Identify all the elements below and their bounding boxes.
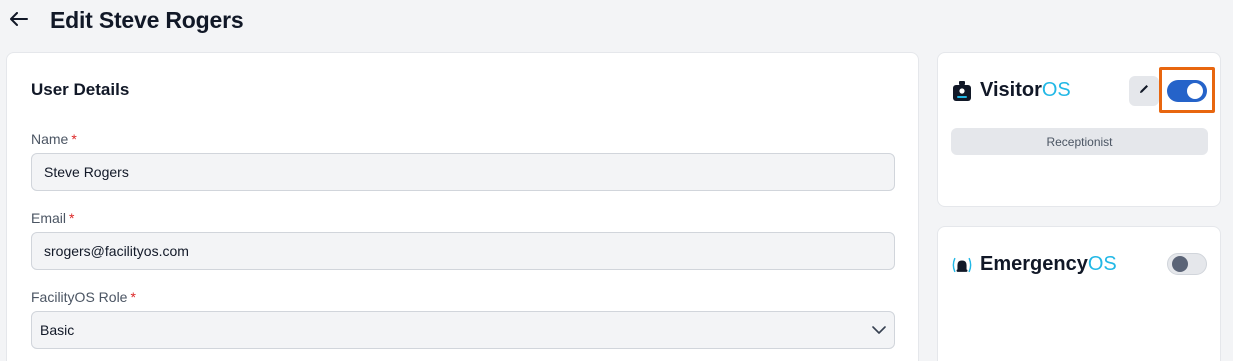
- emergencyos-toggle[interactable]: [1167, 253, 1207, 275]
- app-name: VisitorOS: [980, 79, 1071, 102]
- arrow-left-icon: [10, 11, 28, 31]
- required-mark: *: [130, 289, 136, 305]
- toggle-knob: [1172, 256, 1188, 272]
- visitoros-card: VisitorOS Receptionist: [937, 52, 1221, 207]
- alarm-icon: [952, 255, 972, 275]
- app-name-main: Emergency: [980, 253, 1088, 275]
- required-mark: *: [69, 210, 75, 226]
- role-select[interactable]: Basic: [31, 311, 895, 349]
- back-button[interactable]: [8, 9, 30, 33]
- app-name-suffix: OS: [1041, 79, 1071, 101]
- role-label: FacilityOS Role *: [31, 289, 136, 305]
- user-details-card: User Details Name* Email* FacilityOS Rol…: [6, 52, 919, 361]
- pencil-icon: [1138, 82, 1150, 100]
- page-title: Edit Steve Rogers: [50, 7, 244, 33]
- edit-role-button[interactable]: [1129, 76, 1159, 106]
- role-label-text: FacilityOS Role: [31, 289, 128, 305]
- toggle-knob: [1187, 83, 1203, 99]
- email-input[interactable]: [31, 232, 895, 270]
- role-select-value: Basic: [40, 322, 75, 338]
- required-mark: *: [71, 131, 77, 147]
- email-label-text: Email: [31, 210, 67, 226]
- emergencyos-card: EmergencyOS: [937, 226, 1221, 361]
- role-badge: Receptionist: [951, 128, 1208, 155]
- chevron-down-icon: [872, 323, 886, 342]
- visitoros-title: VisitorOS: [952, 79, 1071, 102]
- name-input[interactable]: [31, 153, 895, 191]
- app-name: EmergencyOS: [980, 253, 1117, 276]
- app-name-main: Visitor: [980, 79, 1042, 101]
- page-header: Edit Steve Rogers: [0, 0, 1233, 46]
- name-label: Name *: [31, 131, 77, 147]
- section-title: User Details: [31, 80, 130, 99]
- email-label: Email *: [31, 210, 74, 226]
- visitoros-toggle[interactable]: [1167, 80, 1207, 102]
- badge-icon: [952, 80, 972, 101]
- name-label-text: Name: [31, 131, 69, 147]
- app-name-suffix: OS: [1087, 253, 1117, 275]
- emergencyos-title: EmergencyOS: [952, 253, 1117, 276]
